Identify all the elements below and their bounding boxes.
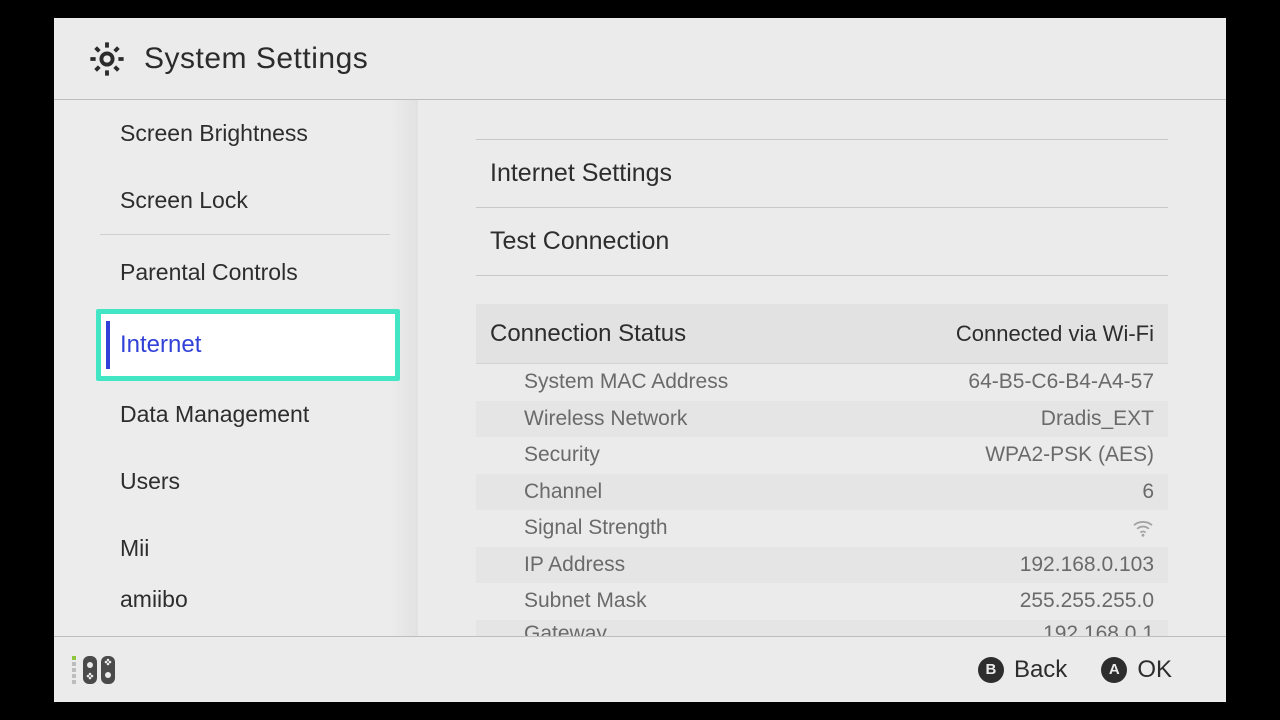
detail-label: Signal Strength [524,516,668,540]
detail-row-signal-strength: Signal Strength [476,510,1168,547]
action-back[interactable]: B Back [978,656,1067,684]
main-panel: Internet Settings Test Connection Connec… [418,100,1226,636]
battery-dots-icon [72,656,76,684]
section-gap [476,276,1168,304]
detail-label: System MAC Address [524,370,728,394]
a-button-icon: A [1101,657,1127,683]
sidebar-item-label: Users [120,468,180,495]
sidebar-item-label: Mii [120,535,149,562]
menu-item-label: Test Connection [490,227,669,256]
sidebar-item-parental-controls[interactable]: Parental Controls [54,235,418,309]
detail-label: Gateway [524,622,607,637]
detail-row-gateway: Gateway 192.168.0.1 [476,620,1168,637]
sidebar: Screen Brightness Screen Lock Parental C… [54,100,418,636]
b-button-icon: B [978,657,1004,683]
sidebar-item-mii[interactable]: Mii [54,515,418,582]
sidebar-item-screen-brightness[interactable]: Screen Brightness [54,100,418,167]
detail-row-mac: System MAC Address 64-B5-C6-B4-A4-57 [476,364,1168,401]
detail-label: Wireless Network [524,407,687,431]
sidebar-item-label: Parental Controls [120,259,298,286]
header: System Settings [54,18,1226,100]
status-label: Connection Status [490,320,686,348]
menu-item-label: Internet Settings [490,159,672,188]
status-value: Connected via Wi-Fi [956,321,1154,347]
detail-row-channel: Channel 6 [476,474,1168,511]
detail-row-ip-address: IP Address 192.168.0.103 [476,547,1168,584]
detail-value: 192.168.0.103 [1020,553,1154,577]
sidebar-list: Screen Brightness Screen Lock Parental C… [54,100,418,622]
wifi-icon [1132,519,1154,537]
menu-item-test-connection[interactable]: Test Connection [476,208,1168,276]
action-label: OK [1137,656,1172,684]
main-inner: Internet Settings Test Connection Connec… [418,100,1226,636]
page-title: System Settings [144,42,368,76]
gear-icon [86,38,128,80]
sidebar-item-label: Data Management [120,401,309,428]
sidebar-item-amiibo[interactable]: amiibo [54,582,418,622]
detail-value: 6 [1142,480,1154,504]
sidebar-item-internet[interactable]: Internet [96,309,400,381]
footer: B Back A OK [54,636,1226,702]
footer-actions: B Back A OK [978,656,1172,684]
detail-value: 64-B5-C6-B4-A4-57 [968,370,1154,394]
joycon-icon [82,655,116,685]
detail-row-security: Security WPA2-PSK (AES) [476,437,1168,474]
menu-row-cutoff [476,100,1168,140]
action-ok[interactable]: A OK [1101,656,1172,684]
controller-status-icon [72,655,116,685]
menu-item-internet-settings[interactable]: Internet Settings [476,140,1168,208]
sidebar-item-data-management[interactable]: Data Management [54,381,418,448]
sidebar-item-label: Screen Brightness [120,120,308,147]
detail-row-wireless-network: Wireless Network Dradis_EXT [476,401,1168,438]
connection-status-header: Connection Status Connected via Wi-Fi [476,304,1168,364]
detail-label: Subnet Mask [524,589,647,613]
sidebar-item-screen-lock[interactable]: Screen Lock [54,167,418,234]
sidebar-item-label: amiibo [120,586,188,613]
detail-value: Dradis_EXT [1041,407,1154,431]
action-label: Back [1014,656,1067,684]
detail-label: IP Address [524,553,625,577]
sidebar-item-label: Internet [120,331,201,359]
detail-value: 192.168.0.1 [1043,622,1154,637]
sidebar-item-label: Screen Lock [120,187,248,214]
detail-row-subnet-mask: Subnet Mask 255.255.255.0 [476,583,1168,620]
body: Screen Brightness Screen Lock Parental C… [54,100,1226,636]
connection-details: System MAC Address 64-B5-C6-B4-A4-57 Wir… [476,364,1168,636]
detail-value: 255.255.255.0 [1020,589,1154,613]
settings-screen: System Settings Screen Brightness Screen… [54,18,1226,702]
sidebar-item-users[interactable]: Users [54,448,418,515]
detail-value: WPA2-PSK (AES) [985,443,1154,467]
detail-label: Channel [524,480,602,504]
detail-label: Security [524,443,600,467]
